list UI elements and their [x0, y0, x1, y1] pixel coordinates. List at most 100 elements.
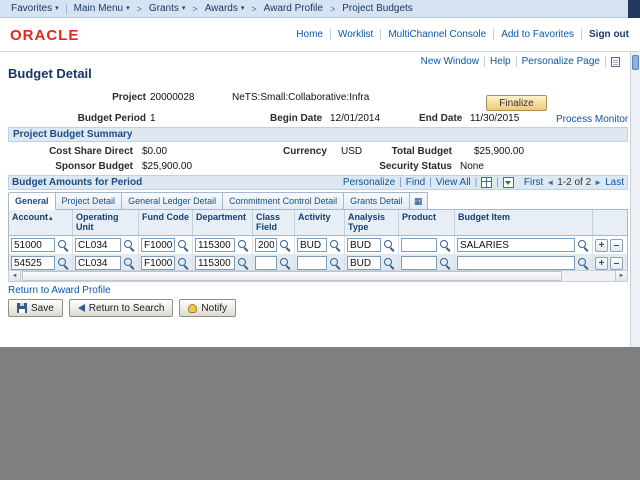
find-link[interactable]: Find: [404, 177, 427, 188]
finalize-button[interactable]: Finalize: [486, 95, 547, 111]
breadcrumb-label: Favorites: [11, 3, 52, 14]
new-window-link[interactable]: New Window: [416, 56, 485, 67]
multichannel-console-link[interactable]: MultiChannel Console: [380, 29, 493, 40]
download-icon[interactable]: [503, 177, 514, 188]
vertical-scrollbar[interactable]: [630, 52, 640, 347]
column-header-analysis-type[interactable]: Analysis Type: [345, 210, 399, 235]
product-input[interactable]: [401, 238, 437, 252]
column-header-budget-item[interactable]: Budget Item: [455, 210, 593, 235]
home-link[interactable]: Home: [289, 29, 330, 40]
budget-item-input[interactable]: [457, 256, 575, 270]
personalize-link[interactable]: Personalize: [341, 177, 397, 188]
lookup-icon[interactable]: [439, 239, 451, 251]
lookup-icon[interactable]: [57, 239, 69, 251]
tab-general-ledger-detail[interactable]: General Ledger Detail: [122, 192, 223, 210]
tab-grants-detail[interactable]: Grants Detail: [344, 192, 410, 210]
return-to-search-button[interactable]: Return to Search: [69, 299, 174, 317]
delete-row-button[interactable]: –: [610, 239, 623, 252]
fund-code-input[interactable]: [141, 238, 175, 252]
delete-row-button[interactable]: –: [610, 257, 623, 270]
breadcrumb-awards[interactable]: Awards ▾: [200, 3, 250, 14]
lookup-icon[interactable]: [123, 239, 135, 251]
lookup-icon[interactable]: [329, 239, 341, 251]
save-button[interactable]: Save: [8, 299, 63, 317]
lookup-icon[interactable]: [177, 257, 189, 269]
breadcrumb-project-budgets[interactable]: Project Budgets: [337, 3, 418, 14]
class-field-input[interactable]: [255, 256, 277, 270]
horizontal-scrollbar-thumb[interactable]: [22, 271, 562, 281]
tab-commitment-control-detail[interactable]: Commitment Control Detail: [223, 192, 344, 210]
lookup-icon[interactable]: [329, 257, 341, 269]
analysis-type-input[interactable]: [347, 238, 381, 252]
column-header-department[interactable]: Department: [193, 210, 253, 235]
scroll-right-icon[interactable]: ►: [615, 271, 627, 281]
operating-unit-input[interactable]: [75, 256, 121, 270]
lookup-icon[interactable]: [57, 257, 69, 269]
lookup-icon[interactable]: [577, 257, 589, 269]
pager-first-link[interactable]: First: [524, 177, 543, 188]
zoom-grid-icon[interactable]: [481, 177, 492, 188]
budget-item-input[interactable]: [457, 238, 575, 252]
copy-url-icon[interactable]: [611, 57, 620, 67]
breadcrumb-award-profile[interactable]: Award Profile: [259, 3, 328, 14]
class-field-input[interactable]: [255, 238, 277, 252]
toolbar-separator: [473, 177, 480, 188]
lookup-icon[interactable]: [177, 239, 189, 251]
lookup-icon[interactable]: [439, 257, 451, 269]
pager-next-icon[interactable]: ►: [594, 178, 602, 187]
tab-project-detail[interactable]: Project Detail: [56, 192, 123, 210]
worklist-link[interactable]: Worklist: [330, 29, 380, 40]
department-input[interactable]: [195, 238, 235, 252]
security-status-value: None: [460, 161, 484, 172]
breadcrumb-divider: [66, 4, 67, 14]
cost-share-value: $0.00: [142, 146, 167, 157]
account-input[interactable]: [11, 238, 55, 252]
chevron-down-icon: ▾: [55, 5, 59, 12]
add-to-favorites-link[interactable]: Add to Favorites: [493, 29, 581, 40]
column-header-product[interactable]: Product: [399, 210, 455, 235]
personalize-page-link[interactable]: Personalize Page: [517, 56, 606, 67]
pager-previous-icon[interactable]: ◄: [546, 178, 554, 187]
horizontal-scrollbar[interactable]: ◄ ►: [8, 270, 628, 282]
vertical-scrollbar-thumb[interactable]: [632, 55, 639, 70]
lookup-icon[interactable]: [237, 239, 249, 251]
lookup-icon[interactable]: [383, 257, 395, 269]
operating-unit-input[interactable]: [75, 238, 121, 252]
department-input[interactable]: [195, 256, 235, 270]
activity-input[interactable]: [297, 256, 327, 270]
tab-general[interactable]: General: [8, 192, 56, 210]
column-header-activity[interactable]: Activity: [295, 210, 345, 235]
column-header-fund-code[interactable]: Fund Code: [139, 210, 193, 235]
column-header-account[interactable]: Account▴: [9, 210, 73, 235]
lookup-icon[interactable]: [123, 257, 135, 269]
account-input[interactable]: [11, 256, 55, 270]
breadcrumb-favorites[interactable]: Favorites ▾: [6, 3, 64, 14]
return-to-award-profile-link[interactable]: Return to Award Profile: [8, 285, 111, 296]
lookup-icon[interactable]: [279, 257, 291, 269]
oracle-logo: ORACLE: [10, 27, 79, 44]
show-all-columns-icon[interactable]: ▦: [410, 192, 428, 210]
breadcrumb-main-menu[interactable]: Main Menu ▾: [69, 3, 135, 14]
page-title: Budget Detail: [8, 66, 92, 81]
analysis-type-input[interactable]: [347, 256, 381, 270]
fund-code-input[interactable]: [141, 256, 175, 270]
budget-period-value: 1: [150, 113, 156, 124]
sign-out-link[interactable]: Sign out: [581, 29, 636, 40]
activity-input[interactable]: [297, 238, 327, 252]
add-row-button[interactable]: +: [595, 239, 608, 252]
column-header-operating-unit[interactable]: Operating Unit: [73, 210, 139, 235]
process-monitor-link[interactable]: Process Monitor: [556, 114, 628, 125]
view-all-link[interactable]: View All: [434, 177, 473, 188]
lookup-icon[interactable]: [279, 239, 291, 251]
product-input[interactable]: [401, 256, 437, 270]
scroll-left-icon[interactable]: ◄: [9, 271, 21, 281]
notify-button[interactable]: Notify: [179, 299, 236, 317]
add-row-button[interactable]: +: [595, 257, 608, 270]
lookup-icon[interactable]: [577, 239, 589, 251]
help-link[interactable]: Help: [485, 56, 517, 67]
breadcrumb-grants[interactable]: Grants ▾: [144, 3, 191, 14]
column-header-class-field[interactable]: Class Field: [253, 210, 295, 235]
pager-last-link[interactable]: Last: [605, 177, 624, 188]
lookup-icon[interactable]: [383, 239, 395, 251]
lookup-icon[interactable]: [237, 257, 249, 269]
